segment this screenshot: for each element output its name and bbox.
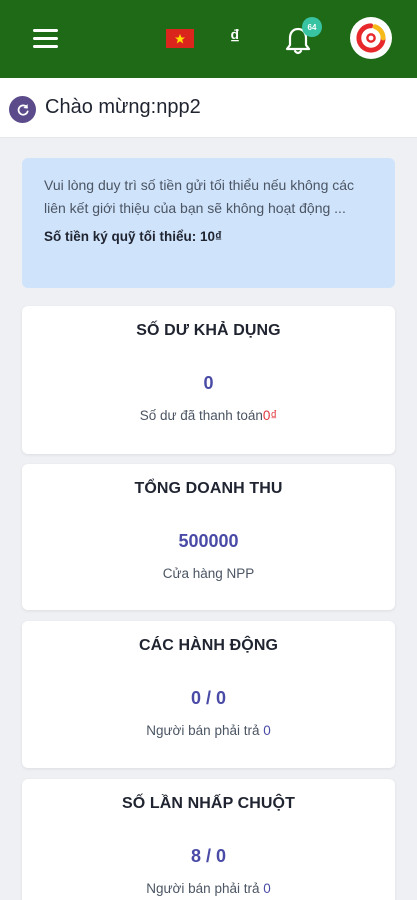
deposit-notice: Vui lòng duy trì số tiền gửi tối thiểu n… (22, 158, 395, 288)
available-balance-card: SỐ DƯ KHẢ DỤNG 0 Số dư đã thanh toán0₫ (22, 306, 395, 454)
card-subtitle: Số dư đã thanh toán0₫ (22, 408, 395, 423)
avatar[interactable] (350, 17, 392, 59)
card-value: 0 / 0 (190, 688, 227, 708)
card-sub-value: 0 (263, 881, 271, 896)
vietnam-flag-icon[interactable] (166, 29, 194, 48)
card-value: 8 / 0 (190, 846, 227, 866)
card-subtitle: Người bán phải trả 0 (22, 723, 395, 738)
notification-badge: 64 (302, 17, 322, 37)
card-sub-value: 0₫ (262, 408, 278, 423)
currency-selector[interactable]: ₫ (230, 27, 240, 49)
card-value: 0 (203, 373, 214, 393)
card-sub-label: Người bán phải trả (146, 723, 264, 738)
total-revenue-card: TỔNG DOANH THU 500000 Cửa hàng NPP (22, 464, 395, 610)
card-subtitle: Người bán phải trả 0 (22, 881, 395, 896)
minimum-deposit-label: Số tiền ký quỹ tối thiểu: 10₫ (44, 229, 222, 244)
menu-icon[interactable] (33, 29, 58, 48)
notice-message: Vui lòng duy trì số tiền gửi tối thiểu n… (44, 177, 355, 216)
brand-logo-icon (356, 23, 386, 53)
top-app-bar: ₫ 64 (0, 0, 417, 78)
card-title: CÁC HÀNH ĐỘNG (138, 637, 279, 654)
refresh-icon[interactable] (9, 96, 36, 123)
actions-card: CÁC HÀNH ĐỘNG 0 / 0 Người bán phải trả 0 (22, 621, 395, 768)
card-sub-label: Số dư đã thanh toán (139, 408, 263, 423)
welcome-title: Chào mừng:npp2 (45, 96, 201, 118)
card-title: TỔNG DOANH THU (134, 480, 283, 497)
clicks-card: SỐ LẦN NHẤP CHUỘT 8 / 0 Người bán phải t… (22, 779, 395, 900)
welcome-bar: Chào mừng:npp2 (0, 78, 417, 138)
card-title: SỐ DƯ KHẢ DỤNG (136, 322, 281, 339)
card-sub-value: 0 (263, 723, 271, 738)
card-subtitle: Cửa hàng NPP (22, 566, 395, 581)
card-sub-label: Người bán phải trả (146, 881, 264, 896)
card-title: SỐ LẦN NHẤP CHUỘT (122, 795, 295, 812)
card-value: 500000 (178, 531, 239, 551)
card-sub-label: Cửa hàng NPP (162, 566, 255, 581)
